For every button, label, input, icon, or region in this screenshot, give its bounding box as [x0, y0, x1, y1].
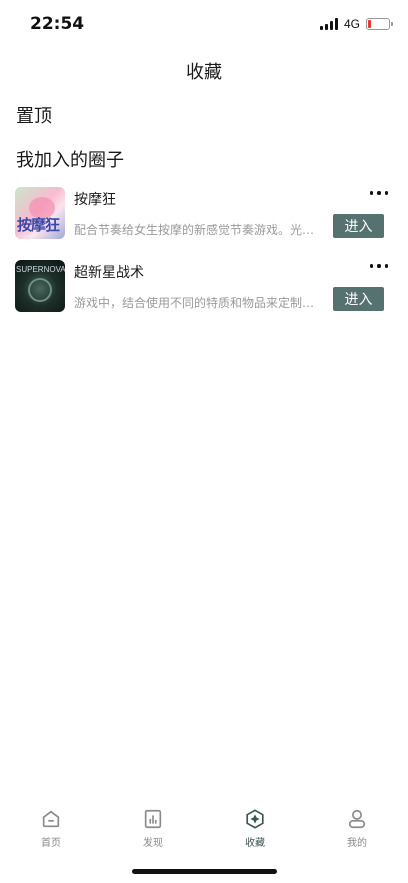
battery-level [368, 20, 371, 28]
battery-icon [366, 18, 393, 30]
enter-button[interactable]: 进入 [333, 287, 384, 311]
thumb-art [28, 278, 52, 302]
circle-name[interactable]: 超新星战术 [74, 262, 144, 282]
circle-description: 游戏中，结合使用不同的特质和物品来定制… [74, 296, 315, 310]
discover-icon [144, 809, 162, 829]
tab-profile[interactable]: 我的 [306, 798, 408, 858]
thumb-logo-text: 按摩狂 [17, 216, 60, 234]
circle-thumbnail[interactable]: 按摩狂 [15, 187, 65, 239]
enter-button[interactable]: 进入 [333, 214, 384, 238]
tab-label: 收藏 [245, 838, 265, 849]
section-joined-circles: 我加入的圈子 [16, 150, 124, 171]
status-bar: 22:54 4G [0, 0, 408, 48]
circle-name[interactable]: 按摩狂 [74, 189, 116, 209]
circle-description: 配合节奏给女生按摩的新感觉节奏游戏。光… [74, 223, 315, 237]
tab-label: 我的 [347, 838, 367, 849]
circle-list: 按摩狂 按摩狂 配合节奏给女生按摩的新感觉节奏游戏。光… 进入 SUPERNOV… [0, 185, 408, 331]
circle-item-massage[interactable]: 按摩狂 按摩狂 配合节奏给女生按摩的新感觉节奏游戏。光… 进入 [0, 185, 408, 258]
network-type: 4G [343, 17, 360, 31]
circle-thumbnail[interactable]: SUPERNOVA [15, 260, 65, 312]
signal-icon [319, 18, 338, 30]
profile-icon [348, 809, 366, 829]
status-time: 22:54 [30, 14, 85, 34]
status-indicators: 4G [319, 16, 393, 32]
circle-item-supernova[interactable]: SUPERNOVA 超新星战术 游戏中，结合使用不同的特质和物品来定制… 进入 [0, 258, 408, 331]
section-pinned: 置顶 [16, 106, 52, 127]
more-options-icon[interactable] [368, 187, 390, 199]
tab-favorites[interactable]: 收藏 [204, 798, 306, 858]
bottom-tab-bar: 首页 发现 收藏 我的 [0, 798, 408, 858]
tab-label: 首页 [41, 838, 61, 849]
home-icon [42, 810, 60, 828]
favorites-icon [246, 809, 264, 829]
home-indicator[interactable] [132, 869, 277, 874]
tab-discover[interactable]: 发现 [102, 798, 204, 858]
tab-label: 发现 [143, 838, 163, 849]
page-title: 收藏 [186, 62, 222, 83]
tab-home[interactable]: 首页 [0, 798, 102, 858]
thumb-logo-text: SUPERNOVA [16, 265, 65, 274]
more-options-icon[interactable] [368, 260, 390, 272]
